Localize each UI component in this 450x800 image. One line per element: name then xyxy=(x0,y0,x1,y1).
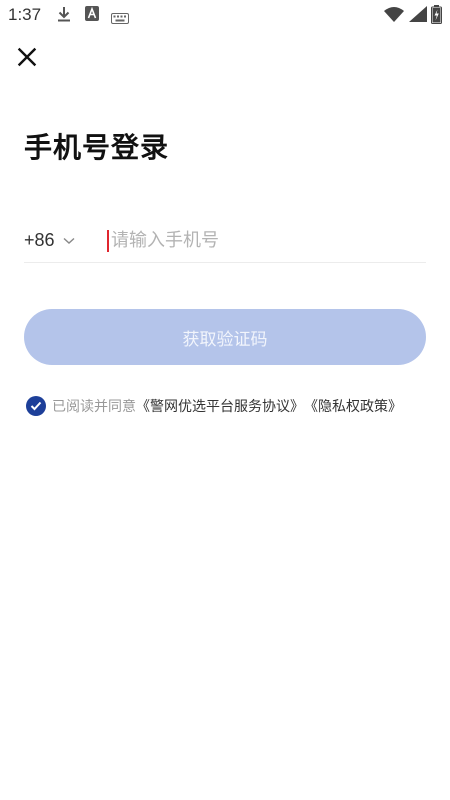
a-icon xyxy=(85,6,99,25)
close-icon xyxy=(17,47,37,67)
agreement-checkbox[interactable] xyxy=(26,396,46,416)
privacy-policy-link[interactable]: 《隐私权政策》 xyxy=(304,396,402,416)
agreement-row: 已阅读并同意 《警网优选平台服务协议》 《隐私权政策》 xyxy=(26,396,402,416)
service-agreement-link[interactable]: 《警网优选平台服务协议》 xyxy=(136,396,304,416)
chevron-down-icon xyxy=(63,237,75,244)
agreement-prefix: 已阅读并同意 xyxy=(52,399,136,415)
country-code-selector[interactable]: +86 xyxy=(24,224,75,256)
battery-icon xyxy=(431,5,442,28)
country-code-label: +86 xyxy=(24,229,55,250)
checkmark-icon xyxy=(30,401,42,411)
close-button[interactable] xyxy=(14,44,40,70)
keyboard-icon xyxy=(111,9,129,28)
status-time: 1:37 xyxy=(8,5,42,24)
wifi-icon xyxy=(384,6,404,26)
get-code-button[interactable]: 获取验证码 xyxy=(24,309,426,365)
phone-number-input[interactable] xyxy=(107,224,411,256)
signal-icon xyxy=(409,6,427,26)
page-title: 手机号登录 xyxy=(24,131,170,164)
phone-input-row: +86 xyxy=(24,222,426,263)
download-icon xyxy=(57,6,71,26)
status-bar: 1:37 xyxy=(0,0,450,30)
